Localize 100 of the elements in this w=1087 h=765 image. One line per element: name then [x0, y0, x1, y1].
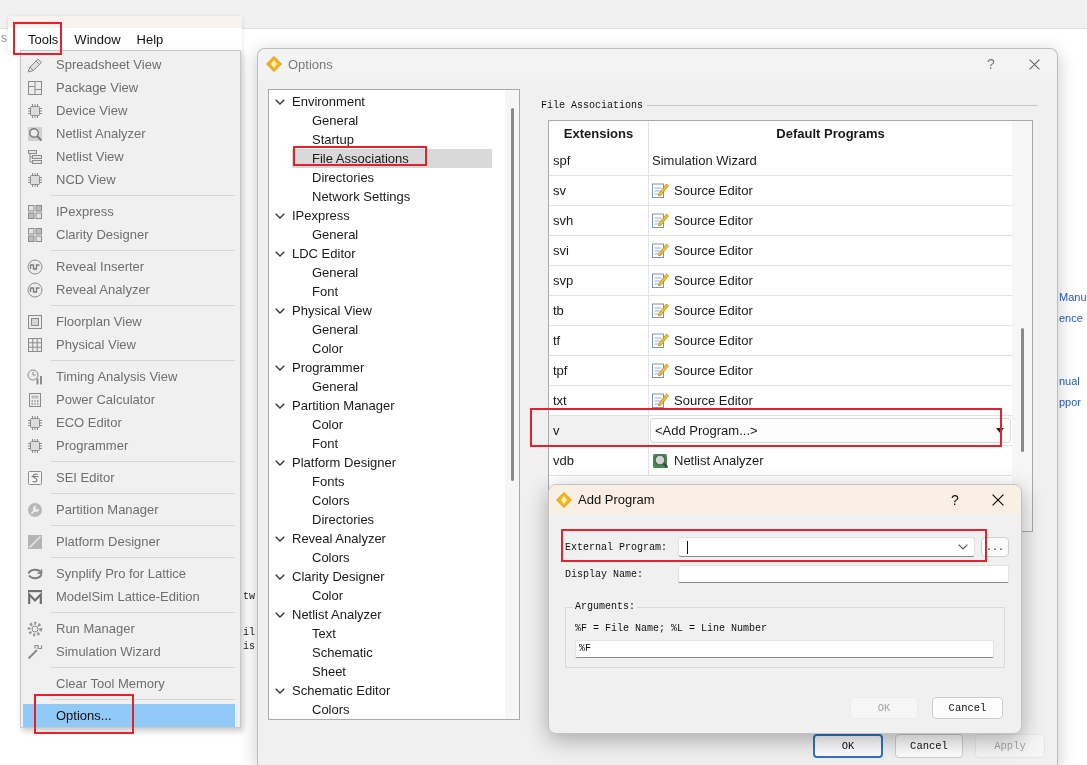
column-header[interactable]: Extensions: [549, 121, 649, 146]
diamond-icon: [266, 56, 282, 72]
tree-item[interactable]: Directories: [292, 510, 492, 529]
dialog-button[interactable]: Cancel: [932, 697, 1003, 719]
extension-cell: tb: [549, 296, 649, 326]
arguments-field[interactable]: %F: [575, 640, 994, 658]
program-name: Source Editor: [674, 393, 753, 408]
dialog-button[interactable]: Cancel: [895, 734, 963, 758]
tree-item[interactable]: Directories: [292, 168, 492, 187]
program-dropdown[interactable]: <Add Program...>: [650, 418, 1011, 443]
link-fragment[interactable]: Manu: [1059, 287, 1087, 308]
tree-item[interactable]: Partition Manager: [275, 396, 395, 415]
menu-bar-item[interactable]: Tools: [20, 28, 67, 52]
tree-item[interactable]: Font: [292, 434, 492, 453]
chevron-down-icon[interactable]: [275, 687, 285, 694]
program-name: Source Editor: [674, 303, 753, 318]
tree-item[interactable]: General: [292, 377, 492, 396]
chevron-down-icon[interactable]: [275, 307, 285, 314]
tree-item[interactable]: Colors: [292, 491, 492, 510]
menu-item[interactable]: Options...: [23, 704, 235, 727]
clock-icon: [27, 368, 43, 385]
list-icon: [27, 148, 43, 165]
tree-item[interactable]: Color: [292, 586, 492, 605]
tree-item[interactable]: Platform Designer: [275, 453, 397, 472]
log-text-fragment: il: [243, 626, 255, 640]
gear-icon: [27, 620, 43, 637]
tree-item[interactable]: Color: [292, 339, 492, 358]
window-title: Add Program: [578, 492, 655, 507]
tree-item[interactable]: Fonts: [292, 472, 492, 491]
tree-item[interactable]: File Associations: [292, 149, 492, 168]
extension-cell: spf: [549, 146, 649, 176]
window-title: Options: [288, 56, 333, 72]
input-field[interactable]: [678, 565, 1009, 583]
chevron-down-icon[interactable]: [275, 212, 285, 219]
extension-cell: sv: [549, 176, 649, 206]
column-header[interactable]: Default Programs: [649, 121, 1012, 146]
program-name: Source Editor: [674, 243, 753, 258]
extension-cell: vdb: [549, 446, 649, 476]
program-name: Source Editor: [674, 363, 753, 378]
section-title: File Associations: [541, 99, 644, 111]
chevron-down-icon[interactable]: [275, 402, 285, 409]
chevron-down-icon[interactable]: [275, 459, 285, 466]
tree-item[interactable]: Color: [292, 415, 492, 434]
note-pencil-icon: [652, 213, 669, 228]
tree-item[interactable]: Colors: [292, 700, 492, 719]
tree-item[interactable]: Physical View: [275, 301, 372, 320]
tree-item[interactable]: Network Settings: [292, 187, 492, 206]
field-label: Display Name:: [565, 568, 644, 580]
caret-icon: [996, 428, 1004, 433]
menu-bar-item[interactable]: Help: [128, 28, 172, 52]
magnifier-icon: [27, 125, 43, 142]
link-fragment[interactable]: ppor: [1059, 392, 1082, 413]
tree-item[interactable]: Schematic Editor: [275, 681, 391, 700]
tree-item[interactable]: Netlist Analyzer: [275, 605, 382, 624]
scrollbar-thumb[interactable]: [1020, 328, 1024, 452]
tree-item[interactable]: Colors: [292, 548, 492, 567]
tree-item[interactable]: General: [292, 225, 492, 244]
tree-item[interactable]: Clarity Designer: [275, 567, 385, 586]
chevron-down-icon[interactable]: [275, 611, 285, 618]
chevron-down-icon[interactable]: [275, 535, 285, 542]
tree-item[interactable]: Reveal Analyzer: [275, 529, 386, 548]
program-combo-box[interactable]: [678, 537, 975, 557]
program-name: Source Editor: [674, 273, 753, 288]
scrollbar[interactable]: [1012, 121, 1032, 531]
link-fragment[interactable]: ence: [1059, 308, 1083, 329]
tree-item[interactable]: General: [292, 320, 492, 339]
note-pencil-icon: [652, 303, 669, 318]
dialog-button[interactable]: OK: [813, 734, 883, 758]
tree-item[interactable]: Text: [292, 624, 492, 643]
calculator-icon: [27, 391, 43, 408]
link-fragment[interactable]: nual: [1059, 371, 1080, 392]
tree-item[interactable]: Font: [292, 282, 492, 301]
note-pencil-icon: [652, 243, 669, 258]
chevron-down-icon[interactable]: [275, 250, 285, 257]
chevron-down-icon[interactable]: [275, 573, 285, 580]
layout-icon: [27, 79, 43, 96]
tree-item[interactable]: General: [292, 111, 492, 130]
tree-item[interactable]: General: [292, 263, 492, 282]
help-button[interactable]: ?: [971, 49, 1011, 79]
help-button[interactable]: ?: [935, 485, 975, 515]
browse-button[interactable]: ...: [981, 537, 1009, 557]
extension-cell: svi: [549, 236, 649, 266]
tree-item[interactable]: Schematic: [292, 643, 492, 662]
tree-item[interactable]: Sheet: [292, 662, 492, 681]
chevron-down-icon[interactable]: [275, 364, 285, 371]
tree-item[interactable]: Environment: [275, 92, 365, 111]
tree-item[interactable]: Programmer: [275, 358, 365, 377]
scrollbar[interactable]: [505, 90, 519, 719]
tree-item[interactable]: IPexpress: [275, 206, 350, 225]
chevron-down-icon[interactable]: [275, 98, 285, 105]
program-name: Source Editor: [674, 333, 753, 348]
note-pencil-icon: [652, 393, 669, 408]
program-name: Netlist Analyzer: [674, 453, 764, 468]
tree-item[interactable]: Startup: [292, 130, 492, 149]
tree-item[interactable]: LDC Editor: [275, 244, 356, 263]
wrench-icon: [27, 501, 43, 518]
wand-icon: [27, 643, 43, 660]
chip-icon: [27, 414, 43, 431]
scrollbar-thumb[interactable]: [510, 108, 514, 481]
menu-bar-item[interactable]: Window: [66, 28, 129, 52]
